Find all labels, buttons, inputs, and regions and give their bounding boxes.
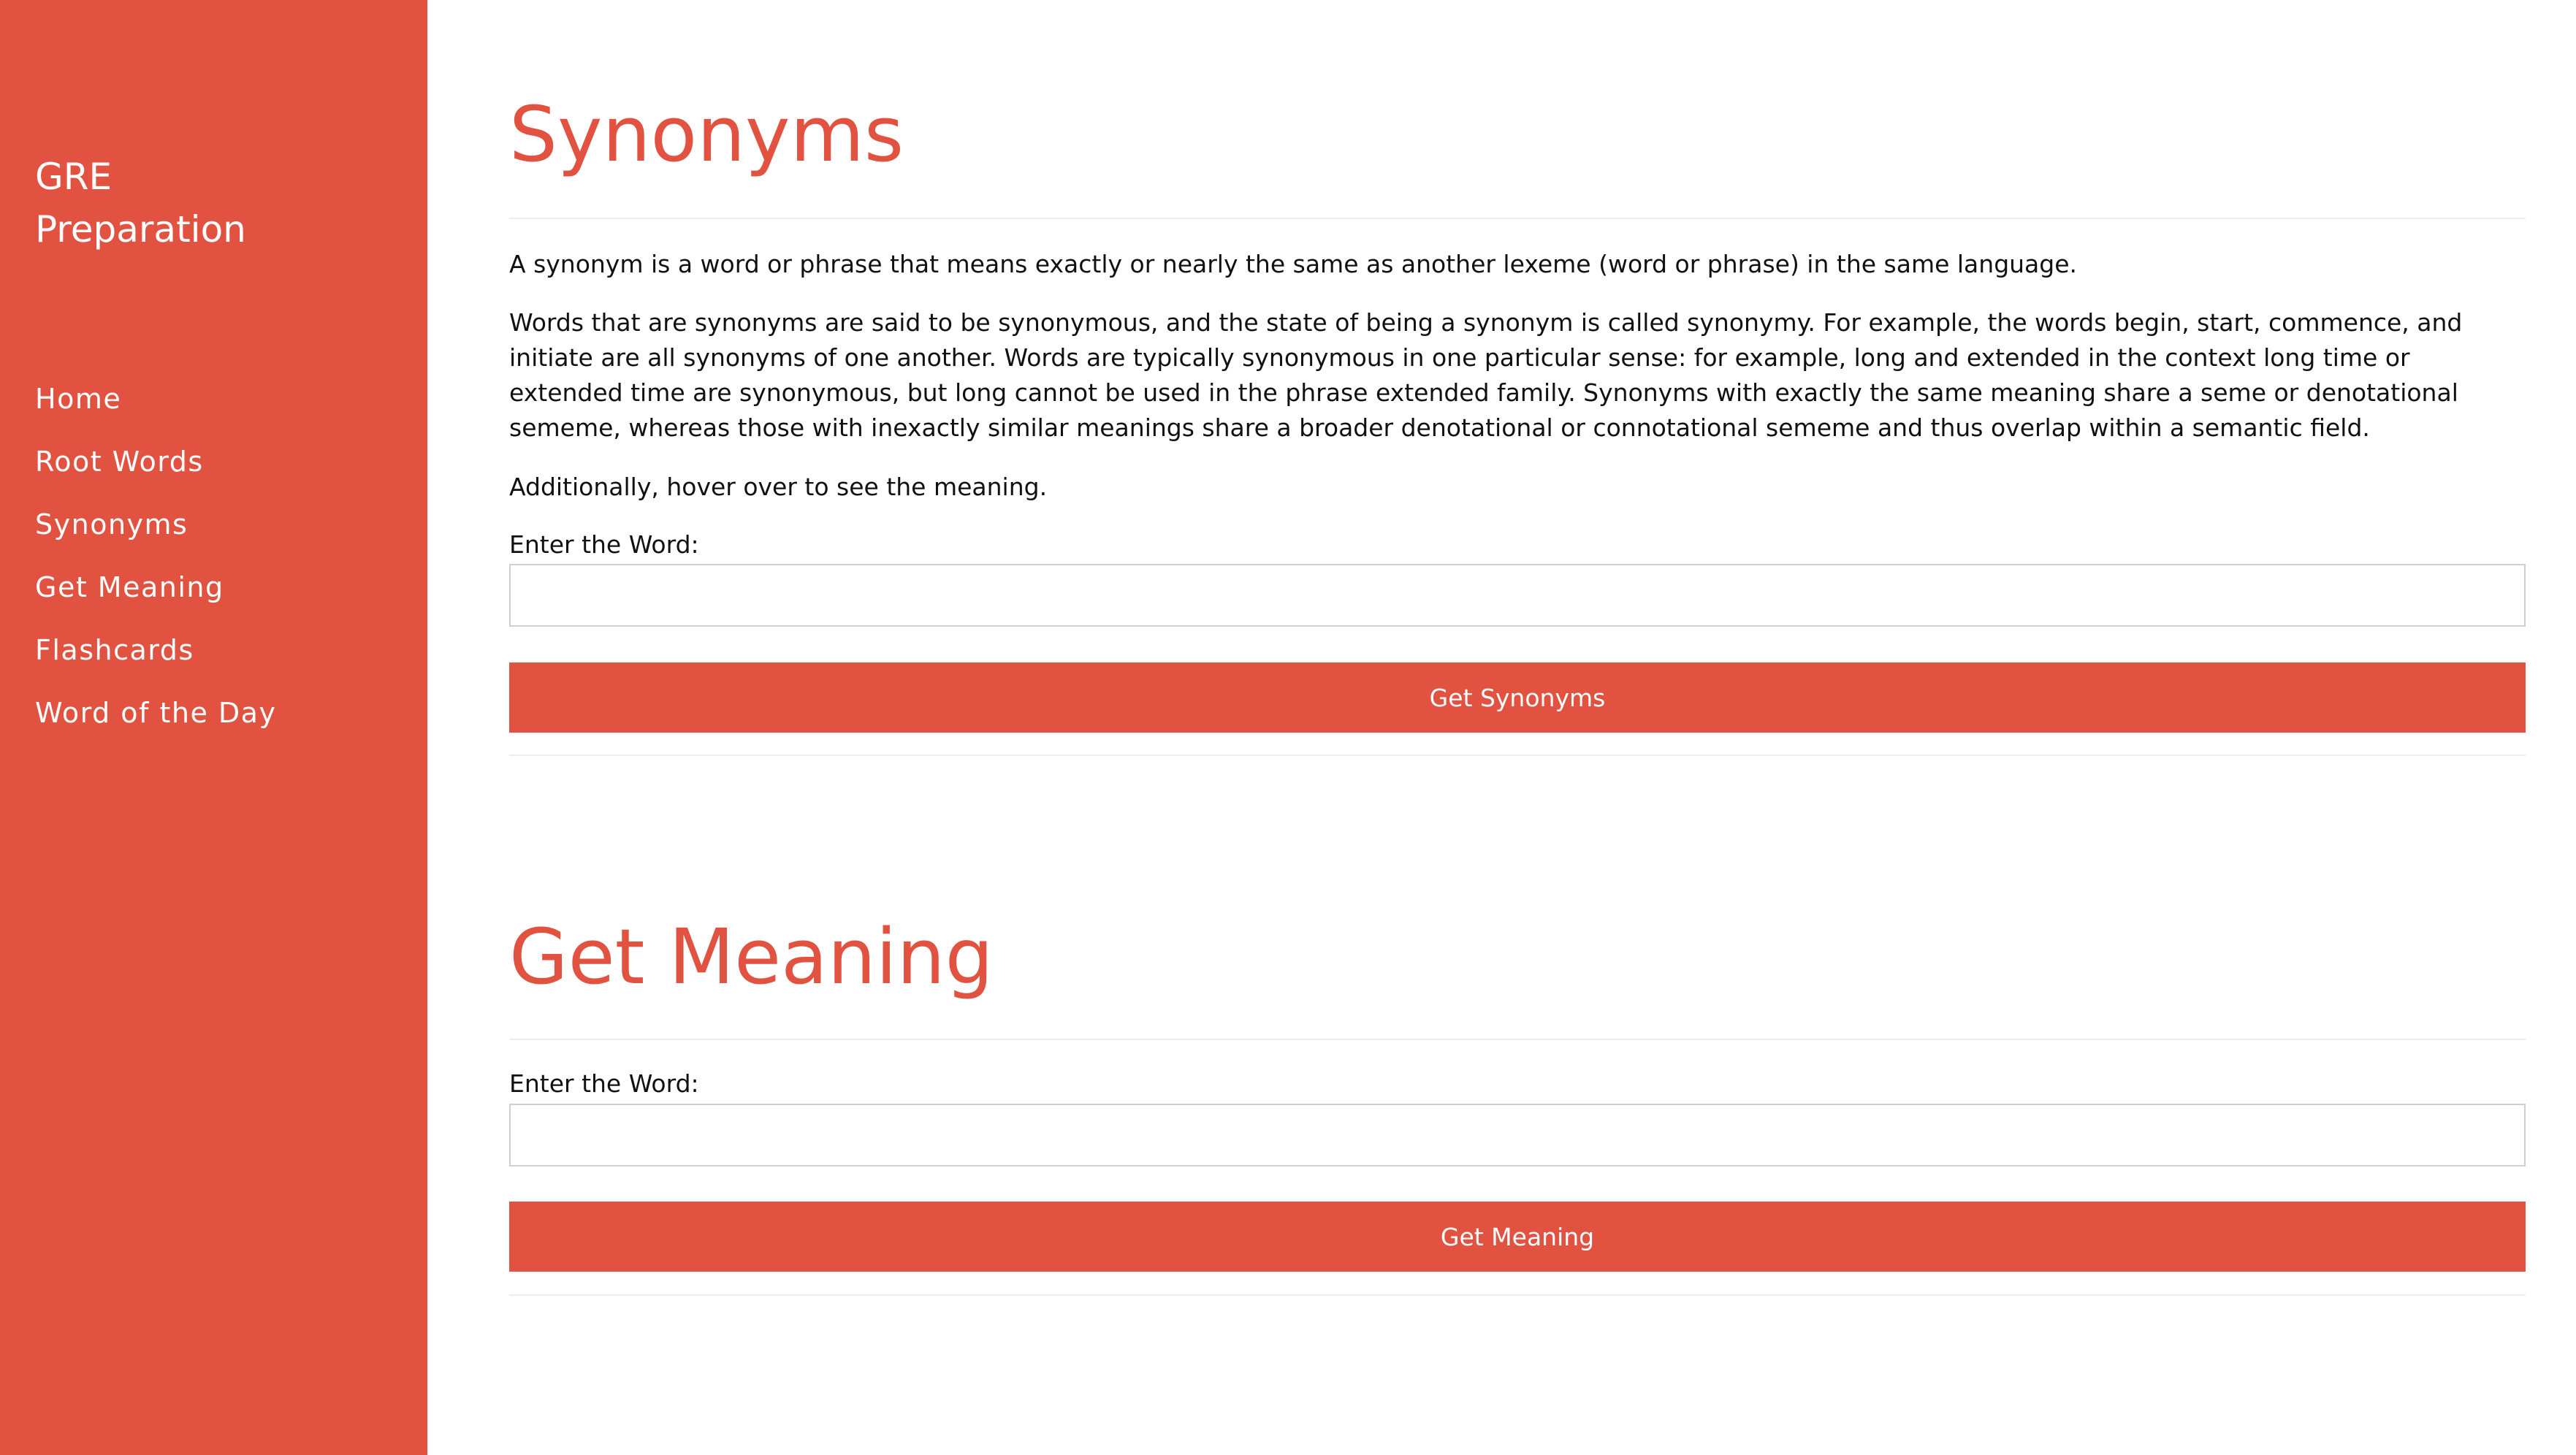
get-meaning-button[interactable]: Get Meaning	[509, 1202, 2526, 1272]
sidebar-item-root-words[interactable]: Root Words	[35, 443, 276, 505]
main-content: Synonyms A synonym is a word or phrase t…	[509, 0, 2526, 1455]
synonyms-section: Synonyms A synonym is a word or phrase t…	[509, 0, 2526, 760]
sidebar-item-flashcards[interactable]: Flashcards	[35, 631, 276, 694]
synonyms-title: Synonyms	[509, 90, 904, 179]
synonyms-bottom-divider	[509, 755, 2526, 756]
synonyms-detail-paragraph: Words that are synonyms are said to be s…	[509, 308, 2463, 442]
sidebar-item-word-of-the-day[interactable]: Word of the Day	[35, 694, 276, 757]
sidebar-nav: Home Root Words Synonyms Get Meaning Fla…	[35, 380, 276, 757]
get-meaning-title: Get Meaning	[509, 912, 994, 1001]
meaning-word-input[interactable]	[509, 1104, 2526, 1166]
get-meaning-bottom-divider	[509, 1294, 2526, 1296]
synonyms-divider	[509, 218, 2526, 219]
sidebar-item-synonyms[interactable]: Synonyms	[35, 505, 276, 568]
sidebar-item-home[interactable]: Home	[35, 380, 276, 443]
get-meaning-section: Get Meaning Enter the Word: Get Meaning	[509, 862, 2526, 1329]
sidebar: GRE Preparation Home Root Words Synonyms…	[0, 0, 427, 1455]
brand-title[interactable]: GRE Preparation	[35, 150, 400, 256]
synonyms-word-input[interactable]	[509, 564, 2526, 627]
synonyms-intro-paragraph: A synonym is a word or phrase that means…	[509, 250, 2078, 278]
get-synonyms-button[interactable]: Get Synonyms	[509, 662, 2526, 733]
get-meaning-divider	[509, 1039, 2526, 1040]
synonyms-input-label: Enter the Word:	[509, 530, 699, 559]
meaning-input-label: Enter the Word:	[509, 1069, 699, 1098]
sidebar-item-get-meaning[interactable]: Get Meaning	[35, 568, 276, 631]
page: GRE Preparation Home Root Words Synonyms…	[0, 0, 2576, 1455]
synonyms-hover-note: Additionally, hover over to see the mean…	[509, 473, 1048, 501]
